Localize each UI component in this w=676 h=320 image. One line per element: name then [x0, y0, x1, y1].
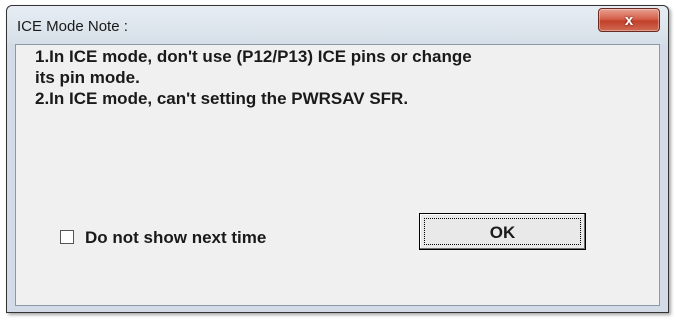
do-not-show-label[interactable]: Do not show next time [85, 228, 266, 248]
window-title: ICE Mode Note : [17, 18, 128, 35]
note-message: 1.In ICE mode, don't use (P12/P13) ICE p… [35, 47, 472, 108]
ok-button-label: OK [489, 223, 516, 242]
do-not-show-checkbox[interactable] [60, 230, 74, 244]
close-button[interactable]: x [598, 8, 660, 32]
close-icon: x [624, 11, 634, 29]
title-bar[interactable]: ICE Mode Note : x [7, 6, 668, 44]
ok-button[interactable]: OK [419, 213, 586, 250]
